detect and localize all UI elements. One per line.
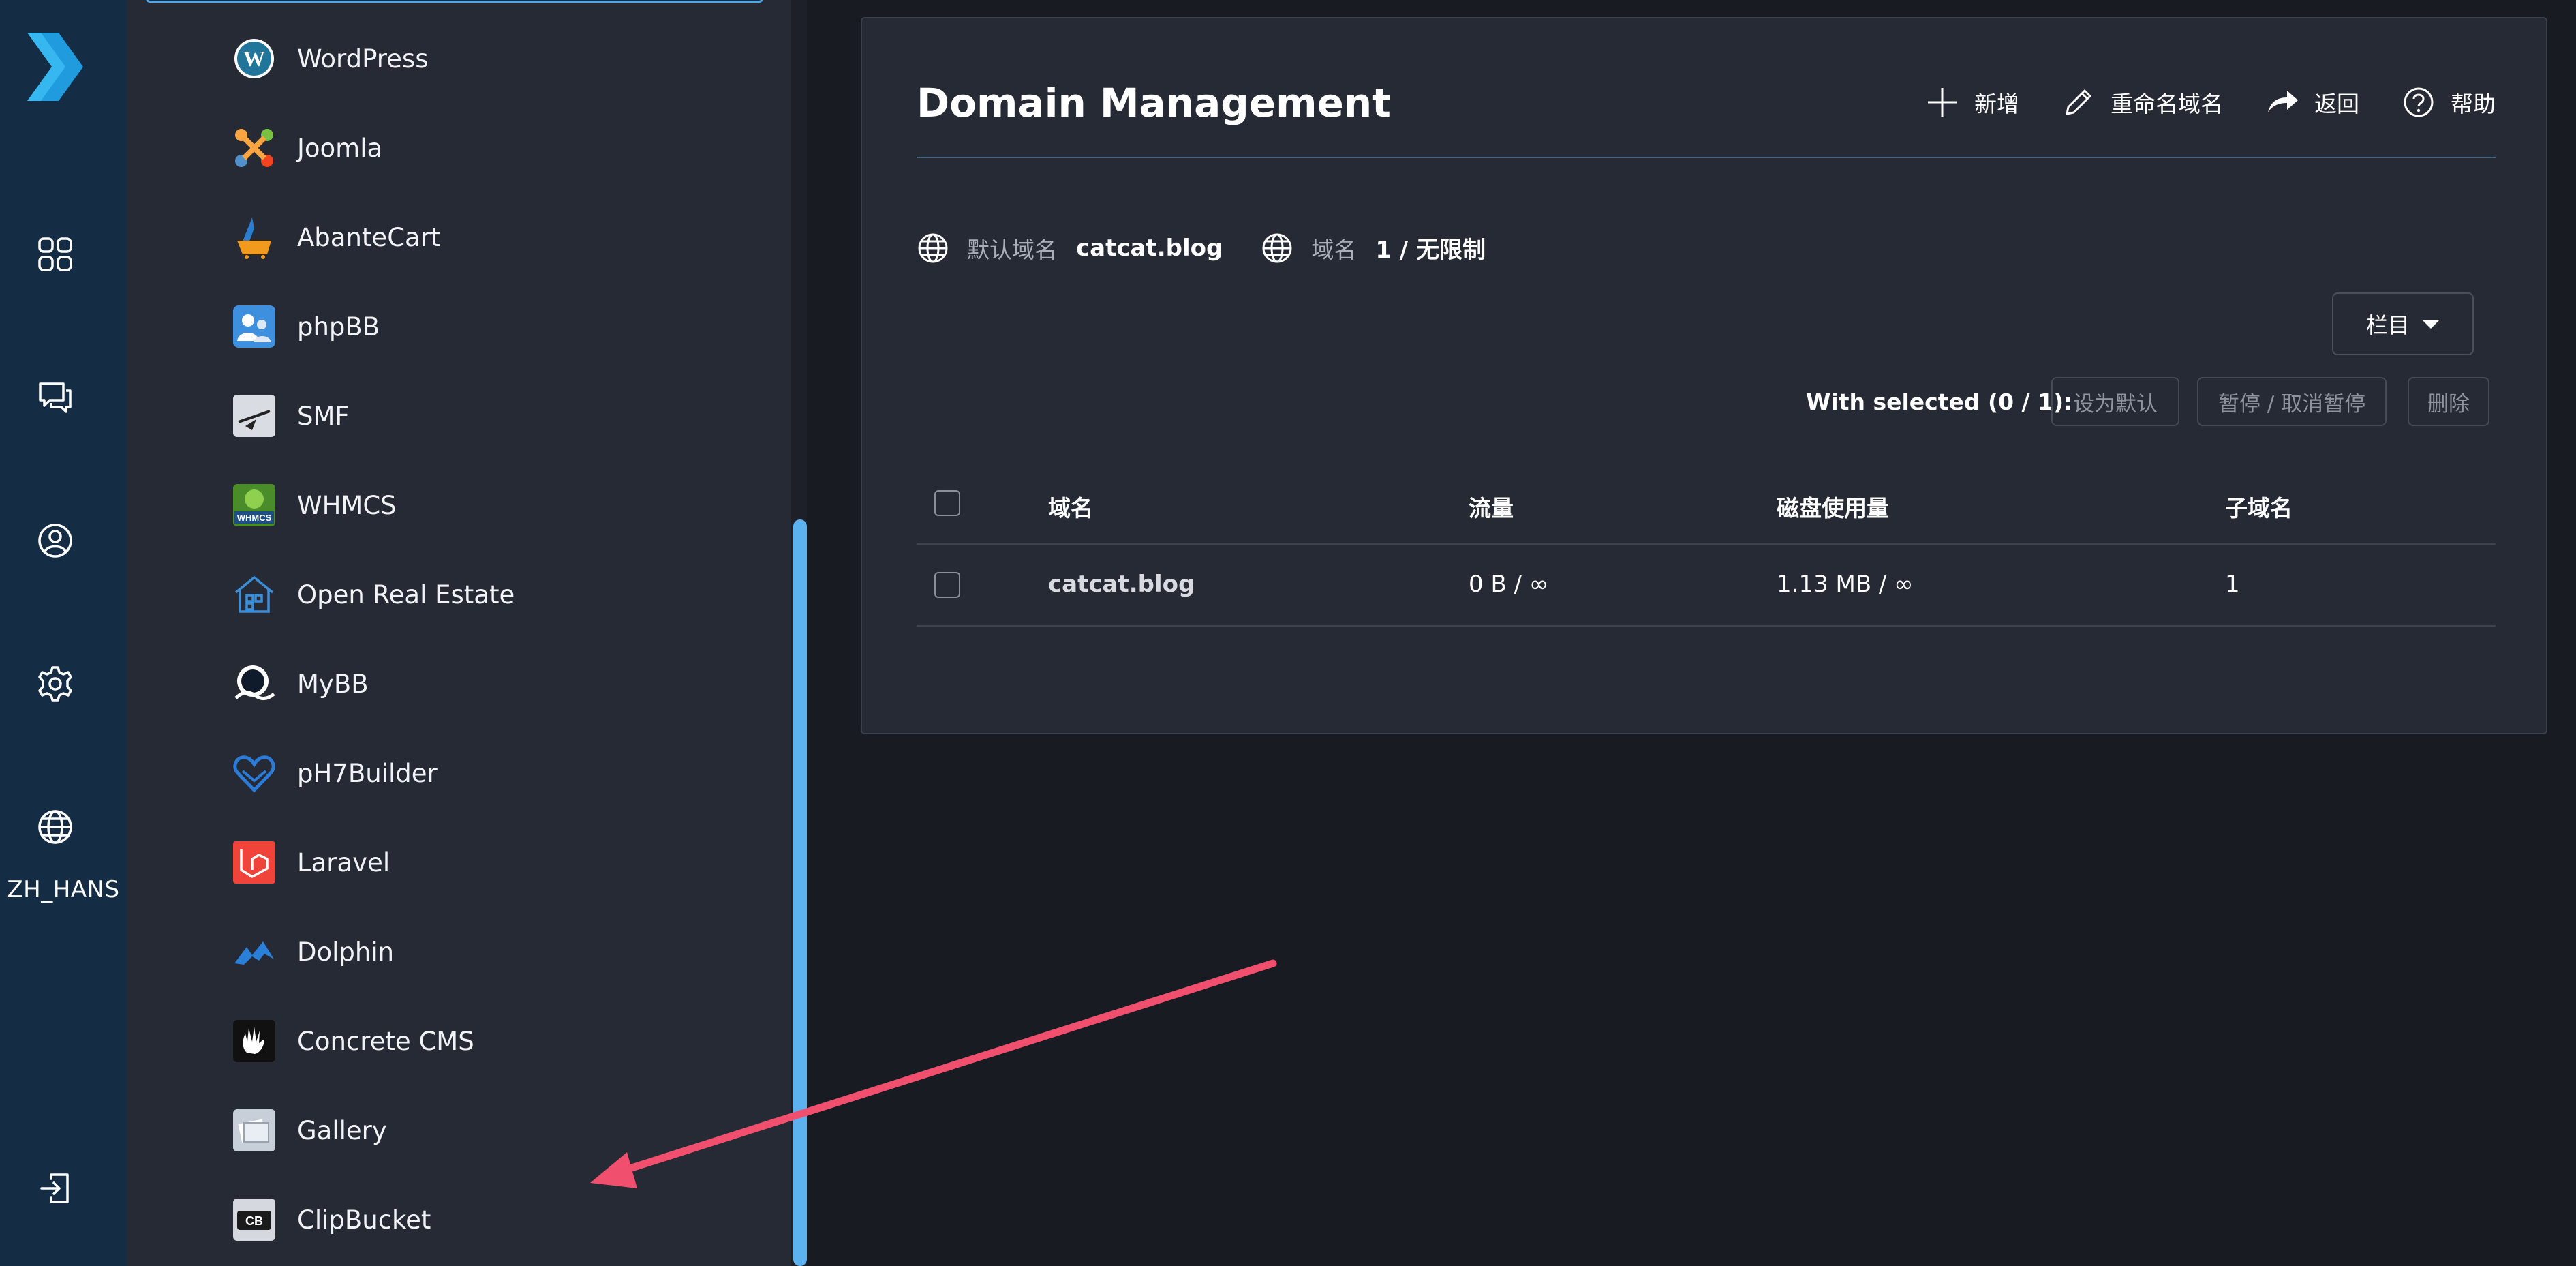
app-item-phpbb[interactable]: phpBB	[232, 296, 750, 357]
smf-icon	[232, 393, 277, 438]
rename-label: 重命名域名	[2111, 91, 2223, 117]
domain-count-key: 域名	[1311, 236, 1357, 263]
domain-count-value: 1 / 无限制	[1375, 237, 1486, 264]
wordpress-icon: W	[232, 36, 277, 81]
back-label: 返回	[2314, 91, 2359, 117]
ph7builder-icon	[232, 751, 277, 796]
app-item-concrete-cms[interactable]: Concrete CMS	[232, 1010, 750, 1072]
app-label: Open Real Estate	[297, 579, 515, 609]
set-default-button[interactable]: 设为默认	[2051, 377, 2179, 426]
columns-label: 栏目	[2365, 312, 2410, 338]
disk-usage-value: 1.13 MB / ∞	[1777, 571, 1914, 598]
caret-down-icon	[2422, 319, 2440, 329]
globe-icon	[1262, 233, 1292, 262]
app-label: Gallery	[297, 1115, 387, 1145]
app-item-abantecart[interactable]: AbanteCart	[232, 207, 750, 268]
rename-domain-button[interactable]: 重命名域名	[2061, 85, 2223, 119]
app-item-gallery[interactable]: Gallery	[232, 1100, 750, 1161]
app-label: Laravel	[297, 847, 390, 877]
row-checkbox[interactable]	[934, 572, 960, 598]
columns-dropdown-button[interactable]: 栏目	[2332, 292, 2474, 355]
app-installer-list: W WordPress Joomla AbanteCart phpBB SMF …	[127, 0, 791, 1266]
share-arrow-icon	[2268, 91, 2298, 112]
back-button[interactable]: 返回	[2265, 85, 2359, 119]
app-item-dolphin[interactable]: Dolphin	[232, 921, 750, 982]
col-disk-usage[interactable]: 磁盘使用量	[1777, 490, 1889, 523]
domain-summary: 默认域名 catcat.blog 域名 1 / 无限制	[917, 231, 1524, 265]
phpbb-icon	[232, 304, 277, 349]
page-title: Domain Management	[917, 80, 1391, 126]
language-globe-icon[interactable]	[29, 801, 81, 853]
svg-text:CB: CB	[245, 1214, 263, 1228]
whmcs-icon: WHMCS	[232, 483, 277, 528]
col-traffic[interactable]: 流量	[1469, 490, 1514, 523]
mybb-icon	[232, 661, 277, 706]
help-button[interactable]: 帮助	[2402, 85, 2496, 119]
help-icon	[2404, 87, 2434, 117]
abantecart-icon	[232, 215, 277, 260]
card-toolbar: 新增 重命名域名 返回 帮助	[1883, 85, 2496, 119]
title-divider	[917, 157, 2496, 158]
joomla-icon	[232, 125, 277, 170]
col-domain[interactable]: 域名	[1048, 490, 1093, 523]
add-domain-button[interactable]: 新增	[1925, 85, 2019, 119]
default-domain-value: catcat.blog	[1076, 234, 1223, 262]
app-label: WHMCS	[297, 490, 397, 520]
app-label: SMF	[297, 401, 350, 431]
svg-text:WHMCS: WHMCS	[237, 513, 272, 523]
app-label: pH7Builder	[297, 758, 438, 788]
open-real-estate-icon	[232, 572, 277, 617]
table-header: 域名 流量 磁盘使用量 子域名	[917, 468, 2496, 545]
default-domain-key: 默认域名	[967, 236, 1057, 263]
app-item-open-real-estate[interactable]: Open Real Estate	[232, 564, 750, 625]
app-list-scrollbar-thumb[interactable]	[793, 519, 807, 1266]
pencil-icon	[2066, 89, 2091, 115]
dolphin-icon	[232, 929, 277, 974]
select-all-checkbox[interactable]	[934, 490, 960, 516]
plus-icon	[1928, 88, 1957, 117]
account-icon[interactable]	[29, 515, 81, 567]
traffic-value: 0 B / ∞	[1469, 571, 1549, 598]
subdomain-count: 1	[2225, 571, 2240, 598]
app-item-laravel[interactable]: Laravel	[232, 832, 750, 893]
domain-link[interactable]: catcat.blog	[1048, 571, 1195, 598]
gallery-icon	[232, 1108, 277, 1153]
laravel-icon	[232, 840, 277, 885]
with-selected-label: With selected (0 / 1):	[1806, 389, 2073, 415]
language-label[interactable]: ZH_HANS	[0, 876, 127, 903]
messages-icon[interactable]	[29, 372, 81, 423]
app-item-joomla[interactable]: Joomla	[232, 117, 750, 179]
app-label: WordPress	[297, 44, 429, 74]
clipbucket-icon: CB	[232, 1197, 277, 1242]
app-label: Joomla	[297, 133, 383, 163]
domain-management-card: Domain Management 新增 重命名域名 返回 帮助 默认域名 ca…	[861, 17, 2547, 734]
concrete-cms-icon	[232, 1019, 277, 1064]
dashboard-grid-icon[interactable]	[29, 228, 81, 280]
app-item-smf[interactable]: SMF	[232, 385, 750, 447]
svg-text:W: W	[243, 46, 265, 71]
logo-icon[interactable]	[20, 29, 89, 105]
app-item-wordpress[interactable]: W WordPress	[232, 28, 750, 89]
table-row: catcat.blog 0 B / ∞ 1.13 MB / ∞ 1	[917, 545, 2496, 627]
app-label: Concrete CMS	[297, 1026, 474, 1056]
suspend-button[interactable]: 暂停 / 取消暂停	[2197, 377, 2387, 426]
settings-gear-icon[interactable]	[29, 658, 81, 710]
app-item-mybb[interactable]: MyBB	[232, 653, 750, 714]
app-label: MyBB	[297, 669, 369, 699]
app-item-ph7builder[interactable]: pH7Builder	[232, 742, 750, 804]
app-label: ClipBucket	[297, 1205, 431, 1235]
col-subdomains[interactable]: 子域名	[2225, 490, 2293, 523]
app-label: Dolphin	[297, 937, 395, 967]
app-item-clipbucket[interactable]: CB ClipBucket	[232, 1189, 750, 1250]
help-label: 帮助	[2451, 91, 2496, 117]
active-item-outline	[146, 0, 763, 3]
app-label: AbanteCart	[297, 222, 441, 252]
globe-icon	[918, 233, 948, 262]
app-item-whmcs[interactable]: WHMCS WHMCS	[232, 474, 750, 536]
nav-rail: ZH_HANS	[0, 0, 127, 1266]
app-label: phpBB	[297, 312, 380, 342]
logout-icon[interactable]	[29, 1162, 81, 1214]
add-label: 新增	[1974, 91, 2019, 117]
delete-button[interactable]: 删除	[2408, 377, 2489, 426]
